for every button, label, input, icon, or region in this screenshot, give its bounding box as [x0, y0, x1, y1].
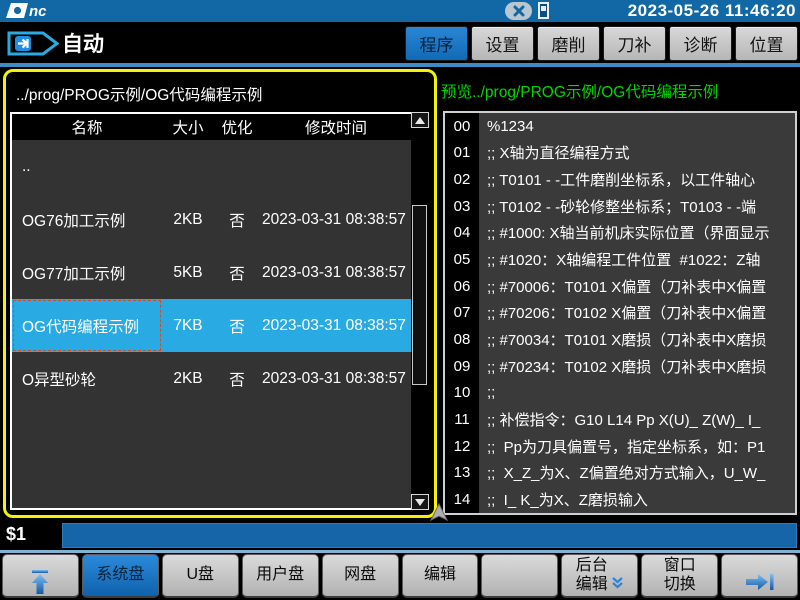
nav-bar: 自动 程序 设置 磨削 刀补 诊断 位置 — [0, 22, 800, 64]
code-line: 05;; #1020：X轴编程工件位置 #1022：Z轴 — [445, 246, 795, 273]
arrow-up-to-parent-icon — [29, 550, 51, 600]
tab-program[interactable]: 程序 — [405, 26, 468, 61]
code-line: 00%1234 — [445, 113, 795, 140]
softkey-bar: 系统盘 U盘 用户盘 网盘 编辑 后台 编辑 窗口 切换 — [0, 553, 800, 600]
tab-settings[interactable]: 设置 — [471, 26, 534, 61]
svg-text:nc: nc — [29, 3, 47, 20]
softkey-window-switch[interactable]: 窗口 切换 — [641, 554, 718, 598]
table-row[interactable]: OG77加工示例 5KB 否 2023-03-31 08:38:57 — [12, 246, 412, 299]
code-line: 07;; #70206：T0102 X偏置（刀补表中X偏置 — [445, 300, 795, 327]
file-list-scrollbar[interactable] — [411, 112, 429, 510]
command-bar: $1 — [0, 520, 800, 550]
code-line: 13;; X_Z_为X、Z偏置绝对方式输入，U_W_ — [445, 460, 795, 487]
code-line: 10;; — [445, 380, 795, 407]
softkey-empty[interactable] — [481, 554, 558, 598]
code-line: 03;; T0102 - -砂轮修整坐标系；T0103 - -端 — [445, 193, 795, 220]
table-row[interactable]: OG76加工示例 2KB 否 2023-03-31 08:38:57 — [12, 193, 412, 246]
code-line: 12;; Pp为刀具偏置号，指定坐标系，如：P1 — [445, 433, 795, 460]
code-line: 04;; #1000: X轴当前机床实际位置（界面显示 — [445, 220, 795, 247]
file-table: 名称 大小 优化 修改时间 .. OG76加工示例 2KB 否 2023-03-… — [10, 112, 414, 510]
tab-tool-comp[interactable]: 刀补 — [603, 26, 666, 61]
column-header-optimized: 优化 — [214, 116, 260, 138]
code-preview-box[interactable]: 00%1234 01;; X轴为直径编程方式 02;; T0101 - -工件磨… — [443, 111, 797, 515]
cursor-pointer — [428, 503, 450, 526]
table-row-parent-dir[interactable]: .. — [12, 140, 412, 193]
code-line: 11;; 补偿指令：G10 L14 Pp X(U)_ Z(W)_ I_ — [445, 406, 795, 433]
close-icon[interactable] — [505, 2, 532, 20]
mode-label: 自动 — [62, 28, 104, 58]
mdi-command-input[interactable] — [62, 523, 797, 548]
softkey-edit[interactable]: 编辑 — [402, 554, 479, 598]
file-table-header: 名称 大小 优化 修改时间 — [12, 114, 412, 140]
softkey-net-disk[interactable]: 网盘 — [322, 554, 399, 598]
table-row-selected[interactable]: OG代码编程示例 7KB 否 2023-03-31 08:38:57 — [12, 299, 412, 352]
column-header-size: 大小 — [162, 116, 214, 138]
softkey-system-disk[interactable]: 系统盘 — [82, 554, 159, 598]
code-line: 01;; X轴为直径编程方式 — [445, 140, 795, 167]
column-header-name: 名称 — [12, 116, 162, 138]
file-browser-panel: ../prog/PROG示例/OG代码编程示例 名称 大小 优化 修改时间 ..… — [3, 69, 437, 518]
softkey-usb-disk[interactable]: U盘 — [162, 554, 239, 598]
top-status-bar: nc 2023-05-26 11:46:20 — [0, 0, 800, 22]
code-line: 14;; I_ K_为X、Z磨损输入 — [445, 486, 795, 513]
softkey-up-directory[interactable] — [2, 554, 79, 598]
channel-label: $1 — [6, 524, 26, 545]
scroll-up-arrow-icon[interactable] — [411, 112, 429, 128]
softkey-user-disk[interactable]: 用户盘 — [242, 554, 319, 598]
system-datetime: 2023-05-26 11:46:20 — [628, 0, 796, 22]
top-separator — [0, 63, 800, 67]
table-row[interactable]: O异型砂轮 2KB 否 2023-03-31 08:38:57 — [12, 352, 412, 405]
tab-diagnosis[interactable]: 诊断 — [669, 26, 732, 61]
scroll-down-arrow-icon[interactable] — [411, 494, 429, 510]
code-line: 02;; T0101 - -工件磨削坐标系，以工件轴心 — [445, 166, 795, 193]
chevron-double-down-icon — [611, 557, 624, 594]
softkey-background-edit[interactable]: 后台 编辑 — [561, 554, 638, 598]
scrollbar-thumb[interactable] — [412, 205, 427, 385]
code-line: 08;; #70034：T0101 X磨损（刀补表中X磨损 — [445, 326, 795, 353]
tab-bar: 程序 设置 磨削 刀补 诊断 位置 — [405, 26, 798, 61]
code-line: 06;; #70006：T0101 X偏置（刀补表中X偏置 — [445, 273, 795, 300]
code-line: 09;; #70234：T0102 X磨损（刀补表中X磨损 — [445, 353, 795, 380]
arrow-right-end-icon — [744, 553, 776, 599]
battery-icon — [538, 2, 549, 19]
tab-grinding[interactable]: 磨削 — [537, 26, 600, 61]
code-preview-panel: 预览../prog/PROG示例/OG代码编程示例 00%1234 01;; X… — [440, 69, 798, 518]
auto-mode-icon — [7, 29, 59, 63]
current-path: ../prog/PROG示例/OG代码编程示例 — [16, 83, 262, 105]
column-header-mtime: 修改时间 — [260, 116, 412, 138]
softkey-next-menu[interactable] — [721, 554, 798, 598]
tab-position[interactable]: 位置 — [735, 26, 798, 61]
preview-title: 预览../prog/PROG示例/OG代码编程示例 — [441, 80, 797, 102]
